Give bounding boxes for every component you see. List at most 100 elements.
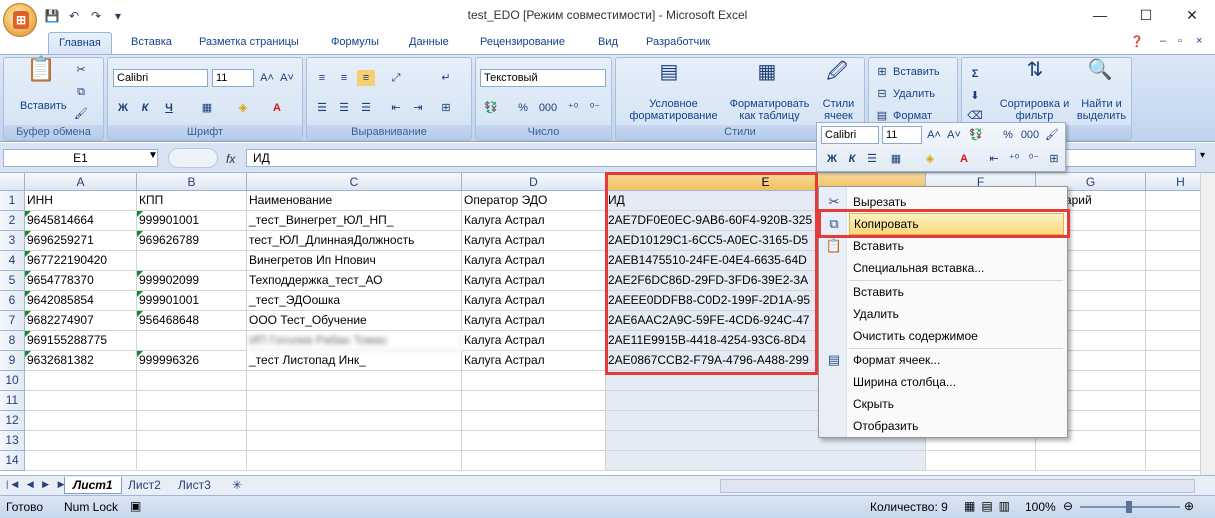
menu-item-cut[interactable]: Вырезать bbox=[849, 192, 1064, 212]
merge-center-icon[interactable]: ⊞ bbox=[437, 100, 455, 116]
currency-icon[interactable]: 💱 bbox=[482, 100, 500, 116]
align-right-icon[interactable]: ☰ bbox=[357, 100, 375, 116]
cell-b[interactable] bbox=[137, 371, 247, 391]
cell-h[interactable] bbox=[1146, 191, 1200, 211]
cell-h[interactable] bbox=[1146, 331, 1200, 351]
align-left-icon[interactable]: ☰ bbox=[313, 100, 331, 116]
mini-italic-button[interactable]: К bbox=[843, 151, 861, 167]
cell-c[interactable]: Техподдержка_тест_АО bbox=[247, 271, 462, 291]
mini-fill-color-icon[interactable]: ◈ bbox=[921, 151, 939, 167]
row-header[interactable]: 13 bbox=[0, 431, 25, 451]
percent-button[interactable]: % bbox=[514, 100, 532, 116]
cell-h[interactable] bbox=[1146, 451, 1200, 471]
cell-g[interactable] bbox=[1036, 451, 1146, 471]
tab-data[interactable]: Данные bbox=[409, 36, 449, 48]
row-header[interactable]: 3 bbox=[0, 231, 25, 251]
cell-d[interactable]: Калуга Астрал bbox=[462, 351, 606, 371]
cell-styles-button[interactable]: Стили ячеек bbox=[816, 98, 861, 122]
cell-a[interactable] bbox=[25, 411, 137, 431]
align-top-icon[interactable]: ≡ bbox=[313, 70, 331, 86]
view-mode-icons[interactable]: ▦▤▥ bbox=[964, 499, 1016, 513]
font-color-icon[interactable]: A bbox=[268, 100, 286, 116]
menu-item-copy[interactable]: Копировать bbox=[849, 213, 1064, 235]
format-table-button[interactable]: Форматировать как таблицу bbox=[722, 98, 817, 122]
bold-button[interactable]: Ж bbox=[114, 100, 132, 116]
office-button[interactable]: ⊞ bbox=[3, 3, 37, 37]
zoom-level[interactable]: 100% bbox=[1025, 500, 1056, 514]
column-header-a[interactable]: A bbox=[25, 173, 137, 191]
mini-thousands-button[interactable]: 000 bbox=[1019, 127, 1041, 143]
mini-shrink-font-icon[interactable]: A˅ bbox=[945, 127, 963, 143]
cell-h[interactable] bbox=[1146, 271, 1200, 291]
ribbon-minimize-icon[interactable]: – bbox=[1160, 35, 1166, 47]
row-header[interactable]: 9 bbox=[0, 351, 25, 371]
tab-view[interactable]: Вид bbox=[598, 36, 618, 48]
mini-grow-font-icon[interactable]: A˄ bbox=[925, 127, 943, 143]
cell-b[interactable]: 969626789 bbox=[137, 231, 247, 251]
undo-icon[interactable]: ↶ bbox=[66, 8, 82, 24]
tab-review[interactable]: Рецензирование bbox=[480, 36, 565, 48]
cell-b[interactable] bbox=[137, 411, 247, 431]
mini-currency-icon[interactable]: 💱 bbox=[967, 127, 985, 143]
font-name-select[interactable]: Calibri bbox=[113, 69, 208, 87]
ribbon-close-icon[interactable]: × bbox=[1196, 35, 1202, 47]
cell-c[interactable] bbox=[247, 431, 462, 451]
cell-b[interactable]: 999902099 bbox=[137, 271, 247, 291]
copy-icon[interactable]: ⧉ bbox=[72, 84, 90, 100]
vertical-scrollbar[interactable] bbox=[1200, 173, 1215, 475]
row-header[interactable]: 2 bbox=[0, 211, 25, 231]
macro-record-icon[interactable]: ▣ bbox=[130, 499, 141, 513]
save-icon[interactable]: 💾 bbox=[44, 8, 60, 24]
zoom-slider-thumb[interactable] bbox=[1126, 501, 1132, 513]
menu-item-insert[interactable]: Вставить bbox=[849, 282, 1064, 302]
row-header[interactable]: 5 bbox=[0, 271, 25, 291]
column-header-d[interactable]: D bbox=[462, 173, 606, 191]
menu-item-unhide[interactable]: Отобразить bbox=[849, 416, 1064, 436]
conditional-format-icon[interactable]: ▤ bbox=[656, 62, 682, 90]
name-box-dropdown-icon[interactable]: ▼ bbox=[148, 150, 158, 161]
cell-c[interactable]: _тест_ЭДОошка bbox=[247, 291, 462, 311]
row-header[interactable]: 12 bbox=[0, 411, 25, 431]
cell-h[interactable] bbox=[1146, 231, 1200, 251]
sheet-nav-icons[interactable]: |◀ ◀ ▶ ▶| bbox=[6, 479, 73, 490]
cell-c[interactable] bbox=[247, 411, 462, 431]
conditional-format-button[interactable]: Условное форматирование bbox=[621, 98, 726, 122]
help-icon[interactable]: ❓ bbox=[1130, 35, 1144, 48]
mini-merge-icon[interactable]: ⊞ bbox=[1045, 151, 1063, 167]
zoom-out-icon[interactable]: ⊖ bbox=[1063, 499, 1073, 513]
find-select-button[interactable]: Найти и выделить bbox=[1074, 98, 1129, 122]
cell-c[interactable]: тест_ЮЛ_ДлиннаяДолжность bbox=[247, 231, 462, 251]
cell-a[interactable]: ИНН bbox=[25, 191, 137, 211]
cell-d[interactable]: Калуга Астрал bbox=[462, 211, 606, 231]
cell-h[interactable] bbox=[1146, 311, 1200, 331]
align-bottom-icon[interactable]: ≡ bbox=[357, 70, 375, 86]
mini-font-color-icon[interactable]: A bbox=[955, 151, 973, 167]
cell-c[interactable]: ИП Гоголев Рабан Томас bbox=[247, 331, 462, 351]
minimize-button[interactable]: — bbox=[1077, 0, 1123, 30]
increase-decimal-icon[interactable]: ⁺⁰ bbox=[564, 100, 582, 116]
cell-d[interactable] bbox=[462, 411, 606, 431]
row-header[interactable]: 6 bbox=[0, 291, 25, 311]
decrease-indent-icon[interactable]: ⇤ bbox=[387, 100, 405, 116]
insert-function-button[interactable]: fx bbox=[226, 152, 235, 166]
mini-increase-decimal-icon[interactable]: ⁺⁰ bbox=[1005, 151, 1023, 167]
row-header[interactable]: 1 bbox=[0, 191, 25, 211]
mini-bold-button[interactable]: Ж bbox=[823, 151, 841, 167]
menu-item-paste[interactable]: Вставить bbox=[849, 236, 1064, 256]
cell-c[interactable]: _тест_Винегрет_ЮЛ_НП_ bbox=[247, 211, 462, 231]
select-all-corner[interactable] bbox=[0, 173, 25, 191]
formula-expand-handle[interactable] bbox=[168, 148, 218, 168]
cell-b[interactable]: КПП bbox=[137, 191, 247, 211]
cell-d[interactable] bbox=[462, 451, 606, 471]
orientation-icon[interactable]: ⤢ bbox=[387, 70, 405, 86]
mini-percent-button[interactable]: % bbox=[999, 127, 1017, 143]
cell-a[interactable]: 9642085854 bbox=[25, 291, 137, 311]
align-center-icon[interactable]: ☰ bbox=[335, 100, 353, 116]
format-table-icon[interactable]: ▦ bbox=[754, 62, 780, 90]
cell-a[interactable] bbox=[25, 371, 137, 391]
cell-d[interactable]: Калуга Астрал bbox=[462, 311, 606, 331]
sheet-tab-2[interactable]: Лист2 bbox=[120, 477, 169, 494]
font-size-select[interactable]: 11 bbox=[212, 69, 254, 87]
cell-b[interactable] bbox=[137, 391, 247, 411]
cell-styles-icon[interactable]: 🖉 bbox=[824, 62, 850, 90]
